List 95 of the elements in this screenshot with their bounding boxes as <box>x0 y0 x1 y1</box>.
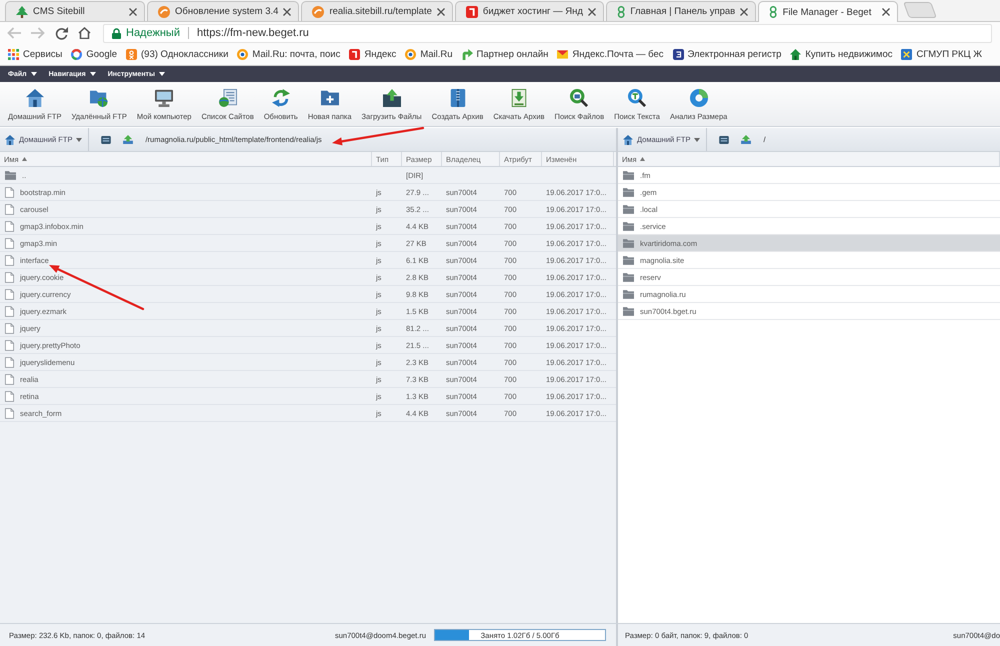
ring-dot-icon <box>405 49 416 60</box>
person-tile-icon <box>126 49 137 60</box>
text-search-icon <box>628 89 646 107</box>
file-icon <box>5 374 14 384</box>
caret-icon <box>694 138 700 142</box>
bookmark-item[interactable]: Mail.Ru <box>405 49 453 60</box>
file-icon <box>5 390 14 402</box>
ring-logo-icon <box>71 49 82 60</box>
bar-tile-icon <box>466 6 478 18</box>
folder-icon <box>623 204 634 214</box>
folder-plus-icon <box>320 89 339 107</box>
bookmark-item[interactable]: СГМУП РКЦ Ж <box>901 49 982 60</box>
folder-globe-icon <box>90 89 108 107</box>
bookmark-item[interactable]: (93) Одноклассники <box>126 49 228 60</box>
bookmark-item[interactable]: Сервисы <box>8 49 62 60</box>
ring-dot-icon <box>237 49 248 60</box>
house-icon <box>623 134 633 144</box>
caret-icon <box>90 72 96 76</box>
close-icon[interactable] <box>882 8 890 16</box>
sort-up-icon <box>640 157 645 161</box>
url-text: https://fm-new.beget.ru <box>196 27 309 39</box>
folder-icon <box>623 306 634 316</box>
file-icon <box>5 288 14 300</box>
home-icon[interactable] <box>78 27 91 39</box>
file-icon <box>5 238 14 248</box>
close-icon[interactable] <box>283 8 292 16</box>
circle-logo-icon <box>312 6 324 18</box>
file-icon <box>5 356 14 368</box>
folder-icon <box>623 222 634 230</box>
house-icon <box>790 49 802 60</box>
file-icon <box>5 186 14 198</box>
archive-icon <box>448 89 466 107</box>
bar-tile-icon <box>349 49 360 60</box>
security-label: Надежный <box>126 27 180 39</box>
house-icon <box>26 89 44 107</box>
file-icon <box>5 322 14 334</box>
envelope-icon <box>557 49 568 60</box>
document-globe-icon <box>218 89 237 107</box>
upload-icon[interactable] <box>741 135 752 144</box>
file-icon <box>5 204 14 214</box>
bookmark-item[interactable]: Яндекс <box>349 49 396 60</box>
file-icon <box>5 306 14 316</box>
caret-icon <box>30 72 37 76</box>
apps-grid-icon <box>8 49 19 60</box>
cross-tile-icon <box>901 49 912 60</box>
server-icon[interactable] <box>101 136 112 144</box>
search-icon <box>570 89 588 107</box>
file-icon <box>5 254 14 266</box>
download-icon <box>510 89 528 107</box>
caret-icon <box>158 72 165 76</box>
bent-arrow-icon <box>462 49 473 60</box>
browser-tab[interactable]: realia.sitebill.ru/template <box>301 1 453 21</box>
refresh-icon <box>272 89 290 107</box>
browser-tab[interactable]: биджет хостинг — Янд <box>454 1 604 21</box>
tree-icon <box>16 6 28 18</box>
server-icon[interactable] <box>719 136 730 144</box>
donut-chart-icon <box>690 89 708 107</box>
bookmark-item[interactable]: Электронная регистр <box>672 49 782 60</box>
browser-tab[interactable]: CMS Sitebill <box>5 1 145 21</box>
figure-eight-icon <box>769 6 778 18</box>
close-icon[interactable] <box>436 8 445 16</box>
address-bar[interactable]: Надежный https://fm-new.beget.ru <box>103 24 992 42</box>
bookmark-item[interactable]: Mail.Ru: почта, поис <box>237 49 340 60</box>
browser-tab[interactable]: File Manager - Beget <box>758 1 898 22</box>
folder-icon <box>5 170 16 180</box>
folder-icon <box>623 170 634 180</box>
lock-icon <box>112 28 121 38</box>
folder-icon <box>623 272 634 282</box>
folder-icon <box>623 256 634 264</box>
house-icon <box>5 134 15 144</box>
browser-tab[interactable]: Главная | Панель управ <box>606 1 756 21</box>
close-icon[interactable] <box>588 8 596 16</box>
folder-icon <box>623 290 634 298</box>
circle-logo-icon <box>158 6 170 18</box>
file-icon <box>5 272 14 282</box>
monitor-icon <box>155 89 174 107</box>
browser-tab[interactable]: Обновление system 3.4 <box>147 1 300 21</box>
folder-icon <box>623 238 634 248</box>
file-icon <box>5 408 14 418</box>
bookmark-item[interactable]: Купить недвижимос <box>790 49 892 60</box>
bookmark-item[interactable]: Google <box>71 49 117 60</box>
reload-icon[interactable] <box>55 26 68 40</box>
upload-icon[interactable] <box>123 135 134 144</box>
folder-icon <box>623 188 634 196</box>
bookmark-item[interactable]: Партнер онлайн <box>462 49 548 60</box>
tile-logo-icon <box>672 49 684 60</box>
file-icon <box>5 220 14 232</box>
figure-eight-icon <box>616 6 626 18</box>
folder-upload-icon <box>382 89 401 107</box>
sort-up-icon <box>22 157 27 161</box>
file-icon <box>5 340 14 350</box>
close-icon[interactable] <box>740 8 748 16</box>
bookmark-item[interactable]: Яндекс.Почта — бес <box>557 49 664 60</box>
caret-icon <box>76 138 82 142</box>
close-icon[interactable] <box>129 8 137 16</box>
